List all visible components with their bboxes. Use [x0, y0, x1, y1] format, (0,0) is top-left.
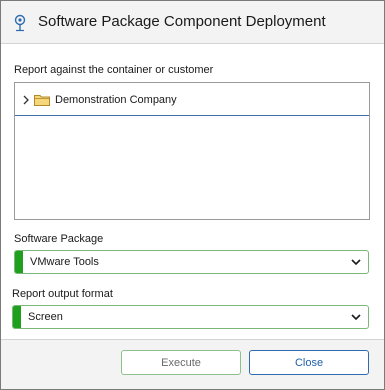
chevron-right-icon[interactable] [22, 95, 30, 105]
output-format-select[interactable]: Screen [12, 305, 369, 329]
chevron-down-icon[interactable] [351, 259, 361, 266]
software-package-select[interactable]: VMware Tools [14, 250, 369, 274]
dialog-title: Software Package Component Deployment [38, 13, 326, 30]
tree-item-label: Demonstration Company [55, 94, 177, 106]
folder-icon [34, 95, 50, 106]
required-indicator [13, 306, 21, 328]
report-against-label: Report against the container or customer [14, 64, 214, 76]
required-indicator [15, 251, 23, 273]
close-button[interactable]: Close [249, 350, 369, 375]
location-pin-icon [14, 14, 26, 32]
software-package-value: VMware Tools [30, 256, 99, 268]
title-bar: Software Package Component Deployment [1, 1, 384, 44]
dialog-footer: Execute Close [1, 339, 384, 389]
execute-button[interactable]: Execute [121, 350, 241, 375]
output-format-value: Screen [28, 311, 63, 323]
tree-item-demonstration-company[interactable]: Demonstration Company [15, 83, 369, 116]
output-format-label: Report output format [12, 288, 113, 300]
dialog-window: Software Package Component Deployment Re… [0, 0, 385, 390]
chevron-down-icon[interactable] [351, 314, 361, 321]
container-tree[interactable]: Demonstration Company [14, 82, 370, 220]
software-package-label: Software Package [14, 233, 104, 245]
